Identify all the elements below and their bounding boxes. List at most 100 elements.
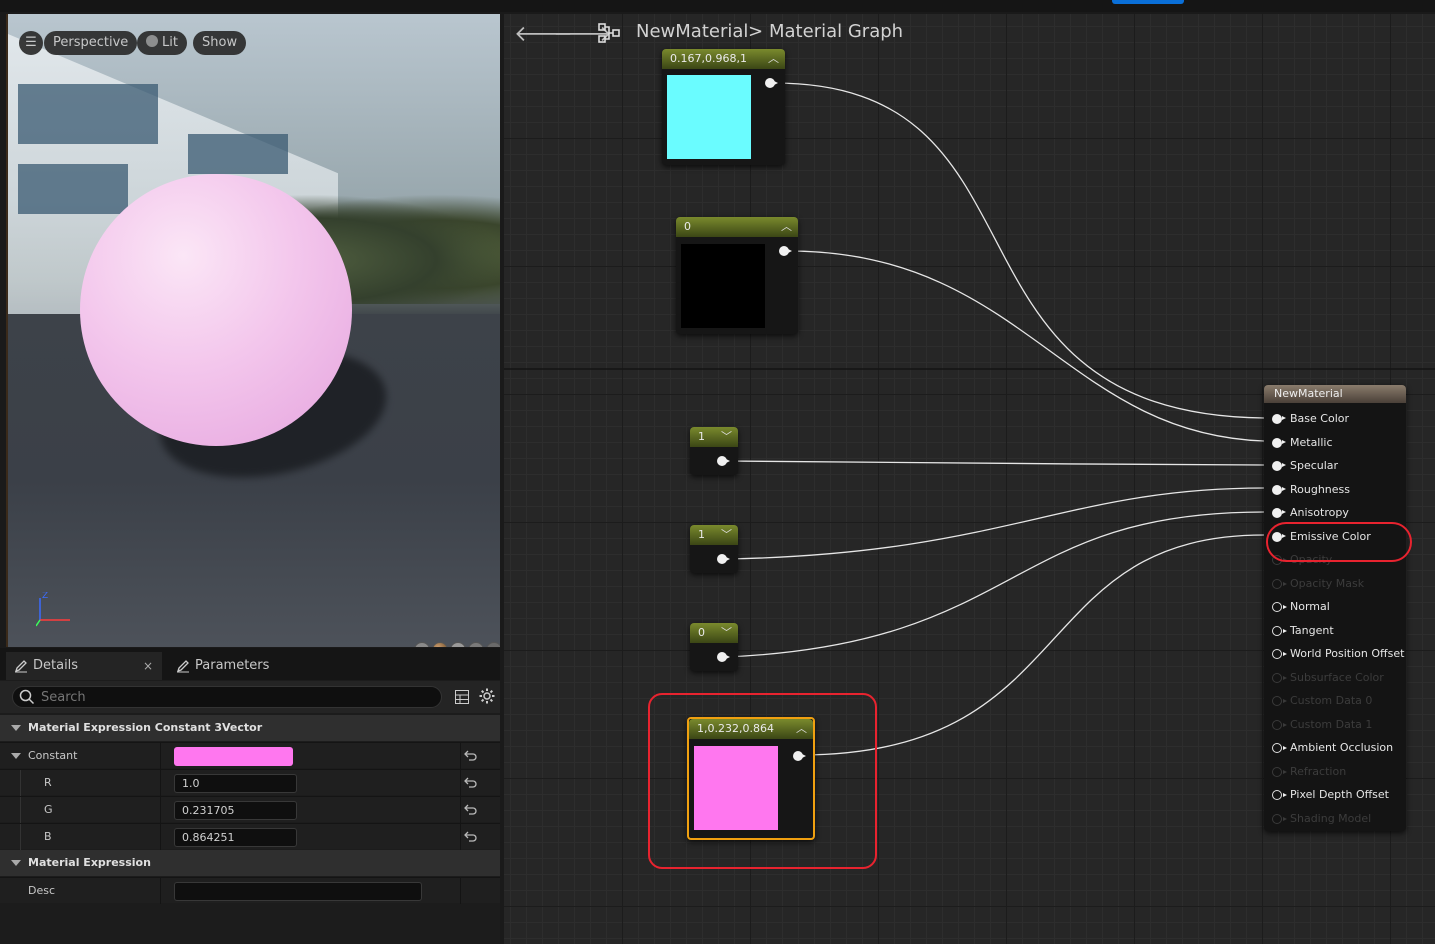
property-label: B [44,830,52,843]
input-pin-normal[interactable]: Normal [1264,597,1406,617]
pin-connector-icon[interactable] [1272,461,1286,471]
input-pin-shading-model[interactable]: Shading Model [1264,809,1406,829]
scalar-node-1b[interactable]: 1 ﹀ [690,525,738,573]
cylinder-mesh-icon[interactable] [414,642,430,647]
constant-color-swatch[interactable] [174,747,293,766]
lit-button[interactable]: Lit [137,31,187,55]
pin-connector-icon[interactable] [1272,508,1286,518]
constant-node-black[interactable]: 0 ︿ [676,217,798,334]
pin-connector-icon[interactable] [1272,720,1287,730]
desc-text-field[interactable] [174,882,422,901]
pin-connector-icon[interactable] [1272,626,1287,636]
output-pin[interactable] [765,78,778,88]
output-pin[interactable] [779,246,792,256]
viewport-menu-button[interactable]: ☰ [19,31,43,55]
input-pin-custom-data-1[interactable]: Custom Data 1 [1264,715,1406,735]
plane-mesh-icon[interactable] [450,642,466,647]
show-button[interactable]: Show [193,31,247,55]
scalar-node-1a[interactable]: 1 ﹀ [690,427,738,475]
g-value-field[interactable]: 0.231705 [174,801,297,820]
indent-guide [20,770,21,796]
category-material-expression[interactable]: Material Expression [0,850,500,876]
pin-connector-icon[interactable] [1272,579,1287,589]
node-header[interactable]: 1 ﹀ [690,525,738,545]
material-node-title[interactable]: NewMaterial [1264,385,1406,403]
pin-connector-icon[interactable] [1272,414,1286,424]
input-pin-anisotropy[interactable]: Anisotropy [1264,503,1406,523]
pin-connector-icon[interactable] [1272,814,1287,824]
input-pin-base-color[interactable]: Base Color [1264,409,1406,429]
collapse-chevron-icon[interactable]: ︿ [768,49,779,69]
r-value-field[interactable]: 1.0 [174,774,297,793]
reset-to-default-icon[interactable] [464,776,478,788]
output-pin[interactable] [717,456,730,466]
search-box[interactable] [12,686,442,708]
pencil-icon [14,660,27,673]
input-pin-label: Roughness [1290,483,1351,496]
pin-connector-icon[interactable] [1272,790,1287,800]
pin-connector-icon[interactable] [1272,485,1286,495]
node-header[interactable]: 0 ︿ [676,217,798,237]
table-view-icon[interactable] [455,690,469,704]
input-pin-custom-data-0[interactable]: Custom Data 0 [1264,691,1406,711]
node-header[interactable]: 1 ﹀ [690,427,738,447]
pin-connector-icon[interactable] [1272,602,1287,612]
output-pin[interactable] [717,554,730,564]
category-constant-3vector[interactable]: Material Expression Constant 3Vector [0,715,500,741]
chevron-down-icon[interactable]: ﹀ [721,623,732,643]
custom-mesh-icon[interactable] [486,642,500,647]
input-pin-metallic[interactable]: Metallic [1264,433,1406,453]
input-pin-subsurface-color[interactable]: Subsurface Color [1264,668,1406,688]
search-input[interactable] [41,689,431,705]
node-title: 0.167,0.968,1 [670,52,747,65]
input-pin-label: Subsurface Color [1290,671,1384,684]
input-pin-tangent[interactable]: Tangent [1264,621,1406,641]
input-pin-roughness[interactable]: Roughness [1264,480,1406,500]
column-divider [460,770,461,796]
gear-icon[interactable] [479,688,495,704]
chevron-down-icon[interactable]: ﹀ [721,525,732,545]
pin-connector-icon[interactable] [1272,767,1287,777]
panel-tab-bar: Details × Parameters [0,648,500,680]
pin-connector-icon[interactable] [1272,696,1287,706]
wire-base-color [773,82,1265,419]
scalar-node-0[interactable]: 0 ﹀ [690,623,738,671]
tab-details[interactable]: Details × [6,652,162,680]
building-windows [18,84,158,144]
expand-arrow-icon[interactable] [11,753,21,759]
input-pin-label: Custom Data 1 [1290,718,1373,731]
chevron-down-icon[interactable]: ﹀ [721,427,732,447]
pin-connector-icon[interactable] [1272,649,1287,659]
collapse-chevron-icon[interactable]: ︿ [781,217,792,237]
pin-connector-icon[interactable] [1272,743,1287,753]
close-icon[interactable]: × [143,652,153,680]
input-pin-specular[interactable]: Specular [1264,456,1406,476]
input-pin-pixel-depth-offset[interactable]: Pixel Depth Offset [1264,785,1406,805]
reset-to-default-icon[interactable] [464,749,478,761]
property-label: Constant [28,749,78,762]
input-pin-ambient-occlusion[interactable]: Ambient Occlusion [1264,738,1406,758]
b-value-field[interactable]: 0.864251 [174,828,297,847]
pin-connector-icon[interactable] [1272,673,1287,683]
perspective-button[interactable]: Perspective [44,31,138,55]
tab-parameters[interactable]: Parameters [168,652,318,680]
node-header[interactable]: 0 ﹀ [690,623,738,643]
reset-to-default-icon[interactable] [464,803,478,815]
material-graph-canvas[interactable]: 🡐 🡒 NewMaterial > Material Graph 0.167,0… [504,14,1435,944]
preview-viewport[interactable]: ☰ Perspective Lit Show Z [6,14,500,647]
input-pin-world-position-offset[interactable]: World Position Offset [1264,644,1406,664]
input-pin-refraction[interactable]: Refraction [1264,762,1406,782]
cube-mesh-icon[interactable] [468,642,484,647]
material-result-node[interactable]: NewMaterial Base Color Metallic Specular Ro… [1264,385,1406,831]
input-pin-opacity-mask[interactable]: Opacity Mask [1264,574,1406,594]
input-pin-label: Opacity Mask [1290,577,1365,590]
pin-connector-icon[interactable] [1272,438,1286,448]
constant3vector-node-cyan[interactable]: 0.167,0.968,1 ︿ [662,49,785,165]
output-pin[interactable] [717,652,730,662]
reset-to-default-icon[interactable] [464,830,478,842]
breadcrumb-graph[interactable]: Material Graph [769,21,903,42]
node-header[interactable]: 0.167,0.968,1 ︿ [662,49,785,69]
toolbar-accent-button[interactable] [1112,0,1184,4]
breadcrumb-asset[interactable]: NewMaterial [636,21,748,42]
sphere-mesh-icon[interactable] [432,642,448,647]
